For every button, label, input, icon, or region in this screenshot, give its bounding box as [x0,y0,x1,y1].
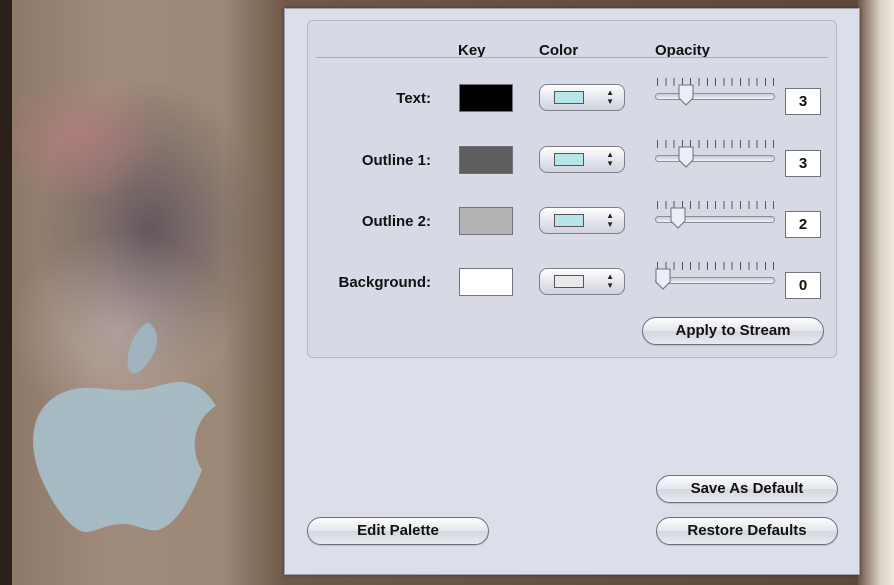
outline1-color-chip [554,153,584,166]
outline1-color-popup[interactable]: ▲ ▼ [539,146,625,173]
slider-knob[interactable] [670,207,686,229]
outline1-opacity-field[interactable]: 3 [785,150,821,177]
outline1-opacity-slider[interactable] [655,138,779,178]
text-color-popup[interactable]: ▲ ▼ [539,84,625,111]
background-color-chip [554,275,584,288]
slider-track [655,155,775,162]
outline2-color-chip [554,214,584,227]
text-color-chip [554,91,584,104]
background-row-label: Background: [338,274,431,291]
header-divider [316,57,828,58]
text-opacity-field[interactable]: 3 [785,88,821,115]
save-as-default-button[interactable]: Save As Default [656,475,838,503]
edit-palette-button[interactable]: Edit Palette [307,517,489,545]
apply-to-stream-button[interactable]: Apply to Stream [642,317,824,345]
slider-track [655,277,775,284]
slider-knob[interactable] [655,268,671,290]
text-row-label: Text: [396,90,431,107]
text-opacity-slider[interactable] [655,76,779,116]
appearance-group: Key Color Opacity Text: ▲ ▼ 3 Outline 1: … [307,20,837,358]
popup-arrows-icon: ▲ ▼ [606,211,614,229]
outline2-row-label: Outline 2: [361,213,431,230]
background-opacity-slider[interactable] [655,260,779,300]
popup-arrows-icon: ▲ ▼ [606,272,614,290]
outline1-key-swatch[interactable] [459,146,513,174]
outline2-opacity-slider[interactable] [655,199,779,239]
slider-knob[interactable] [678,84,694,106]
subtitle-settings-panel: Key Color Opacity Text: ▲ ▼ 3 Outline 1: … [284,8,860,575]
slider-track [655,93,775,100]
outline2-color-popup[interactable]: ▲ ▼ [539,207,625,234]
text-key-swatch[interactable] [459,84,513,112]
outline2-key-swatch[interactable] [459,207,513,235]
photo-border [0,0,12,585]
photo-border [858,0,894,585]
background-opacity-field[interactable]: 0 [785,272,821,299]
slider-ticks [657,140,775,148]
slider-ticks [657,262,775,270]
outline1-row-label: Outline 1: [361,152,431,169]
slider-knob[interactable] [678,146,694,168]
popup-arrows-icon: ▲ ▼ [606,88,614,106]
popup-arrows-icon: ▲ ▼ [606,150,614,168]
background-color-popup[interactable]: ▲ ▼ [539,268,625,295]
restore-defaults-button[interactable]: Restore Defaults [656,517,838,545]
slider-ticks [657,78,775,86]
outline2-opacity-field[interactable]: 2 [785,211,821,238]
apple-logo [33,322,217,532]
background-key-swatch[interactable] [459,268,513,296]
